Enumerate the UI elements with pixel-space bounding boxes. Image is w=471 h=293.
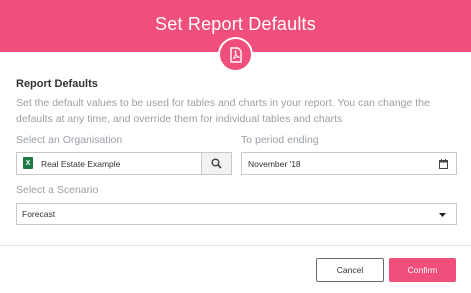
pdf-icon: [220, 39, 251, 70]
footer-divider: [0, 245, 471, 246]
caret-down-icon: [439, 213, 446, 217]
calendar-icon[interactable]: [439, 159, 448, 169]
period-label: To period ending: [241, 134, 319, 146]
excel-icon: X: [23, 157, 33, 169]
scenario-label: Select a Scenario: [16, 184, 99, 196]
section-title: Report Defaults: [16, 78, 98, 90]
dialog-title: Set Report Defaults: [155, 14, 316, 34]
organisation-search-button[interactable]: [201, 153, 231, 174]
scenario-select[interactable]: Forecast: [16, 203, 457, 225]
organisation-label: Select an Organisation: [16, 134, 123, 146]
organisation-field[interactable]: X Real Estate Example: [16, 152, 232, 175]
organisation-value: Real Estate Example: [41, 159, 121, 169]
scenario-value: Forecast: [22, 209, 56, 219]
section-description: Set the default values to be used for ta…: [16, 97, 430, 125]
period-value: November '18: [248, 159, 301, 169]
period-field[interactable]: November '18: [241, 152, 457, 175]
confirm-button[interactable]: Confirm: [389, 258, 456, 282]
search-icon: [211, 158, 222, 169]
cancel-button[interactable]: Cancel: [316, 258, 384, 282]
